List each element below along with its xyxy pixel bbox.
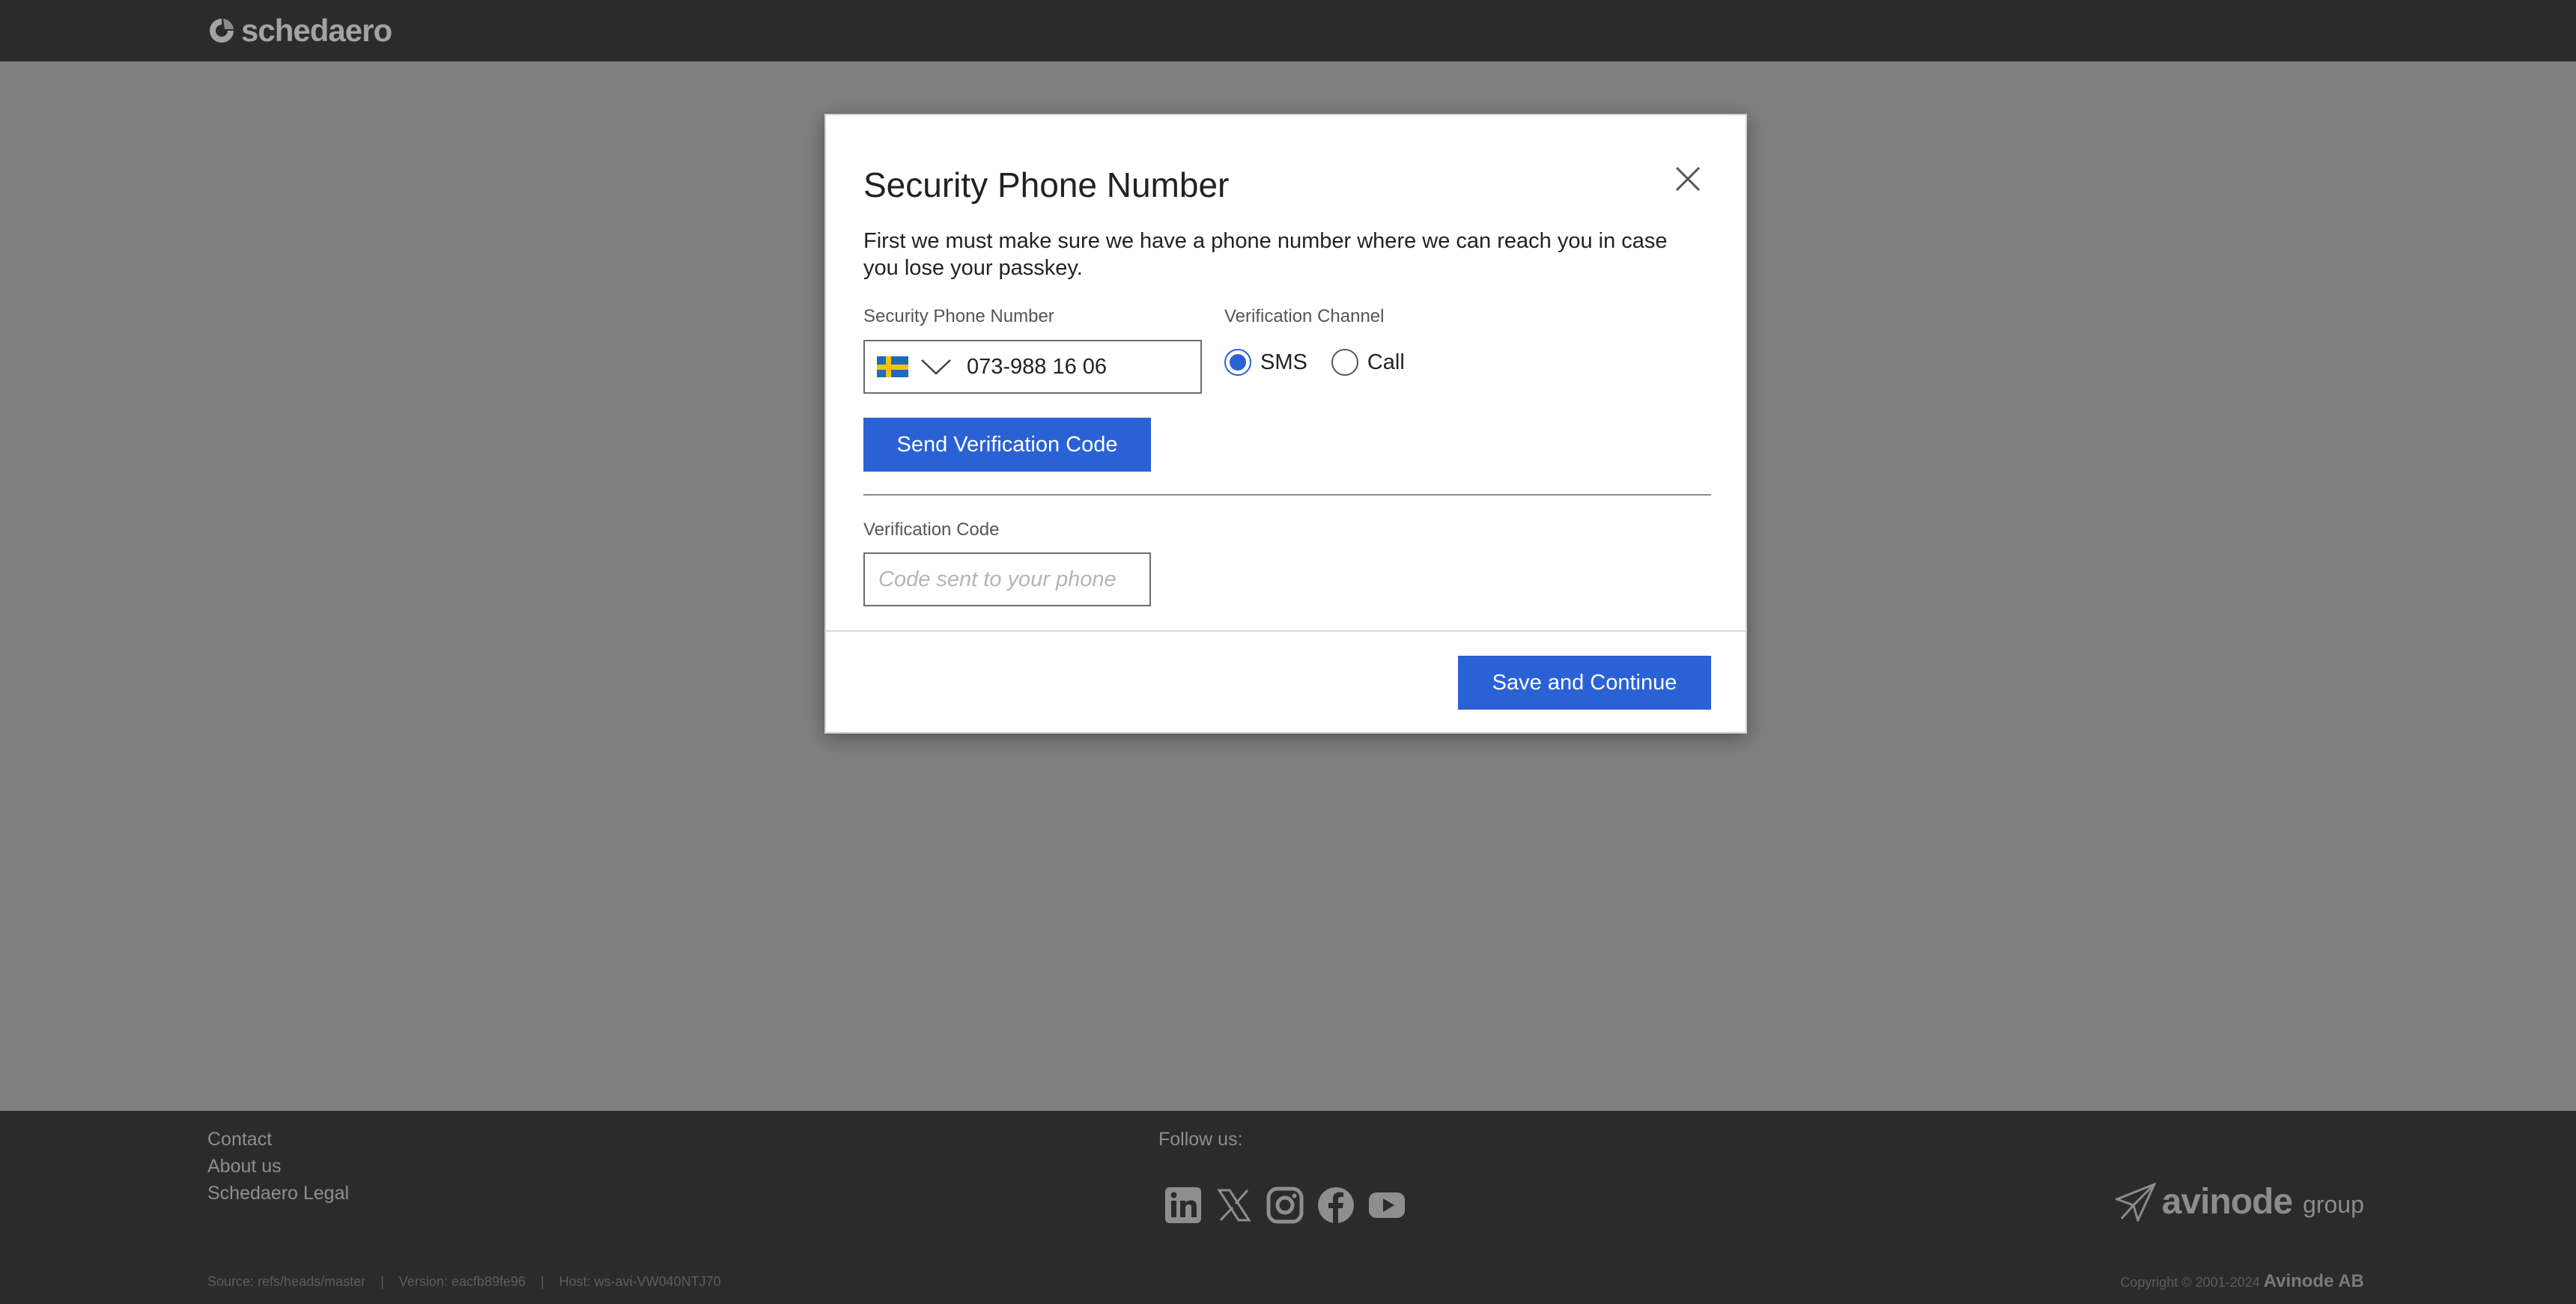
radio-call[interactable] [1331, 349, 1358, 376]
brand-suffix: group [2303, 1191, 2364, 1218]
copyright-company: Avinode AB [2263, 1271, 2364, 1291]
dialog-title: Security Phone Number [863, 165, 1230, 204]
phone-number-input[interactable]: 073-988 16 06 [967, 355, 1107, 380]
radio-sms-label[interactable]: SMS [1260, 350, 1307, 375]
youtube-icon[interactable] [1367, 1186, 1406, 1225]
linkedin-icon[interactable] [1164, 1186, 1203, 1225]
copyright: Copyright © 2001-2024 Avinode AB [2120, 1271, 2364, 1292]
avinode-group-logo[interactable]: avinode group [2115, 1181, 2364, 1222]
footer-link-about[interactable]: About us [207, 1156, 282, 1177]
top-bar: schedaero [0, 0, 2576, 61]
verification-code-input[interactable] [863, 552, 1151, 606]
security-phone-dialog: Security Phone Number First we must make… [824, 114, 1747, 734]
logo-text: schedaero [241, 13, 392, 48]
meta-separator: | [380, 1274, 384, 1289]
footer-link-legal[interactable]: Schedaero Legal [207, 1183, 349, 1204]
verification-channel-group: SMS Call [1224, 349, 1429, 376]
schedaero-logo[interactable]: schedaero [207, 13, 392, 48]
chevron-down-icon[interactable] [920, 356, 952, 378]
meta-separator: | [540, 1274, 544, 1289]
build-host: Host: ws-avi-VW040NTJ70 [559, 1274, 721, 1289]
radio-sms[interactable] [1224, 349, 1251, 376]
footer-link-contact[interactable]: Contact [207, 1129, 272, 1151]
schedaero-logo-icon [210, 19, 234, 43]
close-icon[interactable] [1675, 166, 1701, 192]
follow-us-label: Follow us: [1158, 1129, 1243, 1150]
brand-name: avinode [2161, 1182, 2293, 1222]
save-and-continue-button[interactable]: Save and Continue [1458, 656, 1711, 710]
phone-input-group: 073-988 16 06 [863, 340, 1202, 394]
instagram-icon[interactable] [1266, 1186, 1304, 1225]
radio-call-label[interactable]: Call [1367, 350, 1405, 375]
channel-label: Verification Channel [1224, 306, 1385, 326]
build-version: Version: eacfb89fe96 [398, 1274, 526, 1289]
send-verification-code-button[interactable]: Send Verification Code [863, 418, 1151, 472]
build-source: Source: refs/heads/master [207, 1274, 366, 1289]
x-icon[interactable] [1215, 1186, 1254, 1225]
build-info: Source: refs/heads/master | Version: eac… [207, 1274, 721, 1290]
verification-code-label: Verification Code [863, 520, 1000, 540]
facebook-icon[interactable] [1316, 1186, 1355, 1225]
dialog-description: First we must make sure we have a phone … [863, 229, 1668, 280]
phone-label: Security Phone Number [863, 306, 1054, 326]
page-footer: Contact About us Schedaero Legal Follow … [0, 1111, 2576, 1304]
dialog-footer-divider [826, 630, 1746, 632]
copyright-prefix: Copyright © 2001-2024 [2120, 1275, 2260, 1290]
section-divider [863, 494, 1711, 496]
avinode-paper-plane-icon [2115, 1182, 2156, 1222]
sweden-flag-icon[interactable] [877, 356, 908, 377]
